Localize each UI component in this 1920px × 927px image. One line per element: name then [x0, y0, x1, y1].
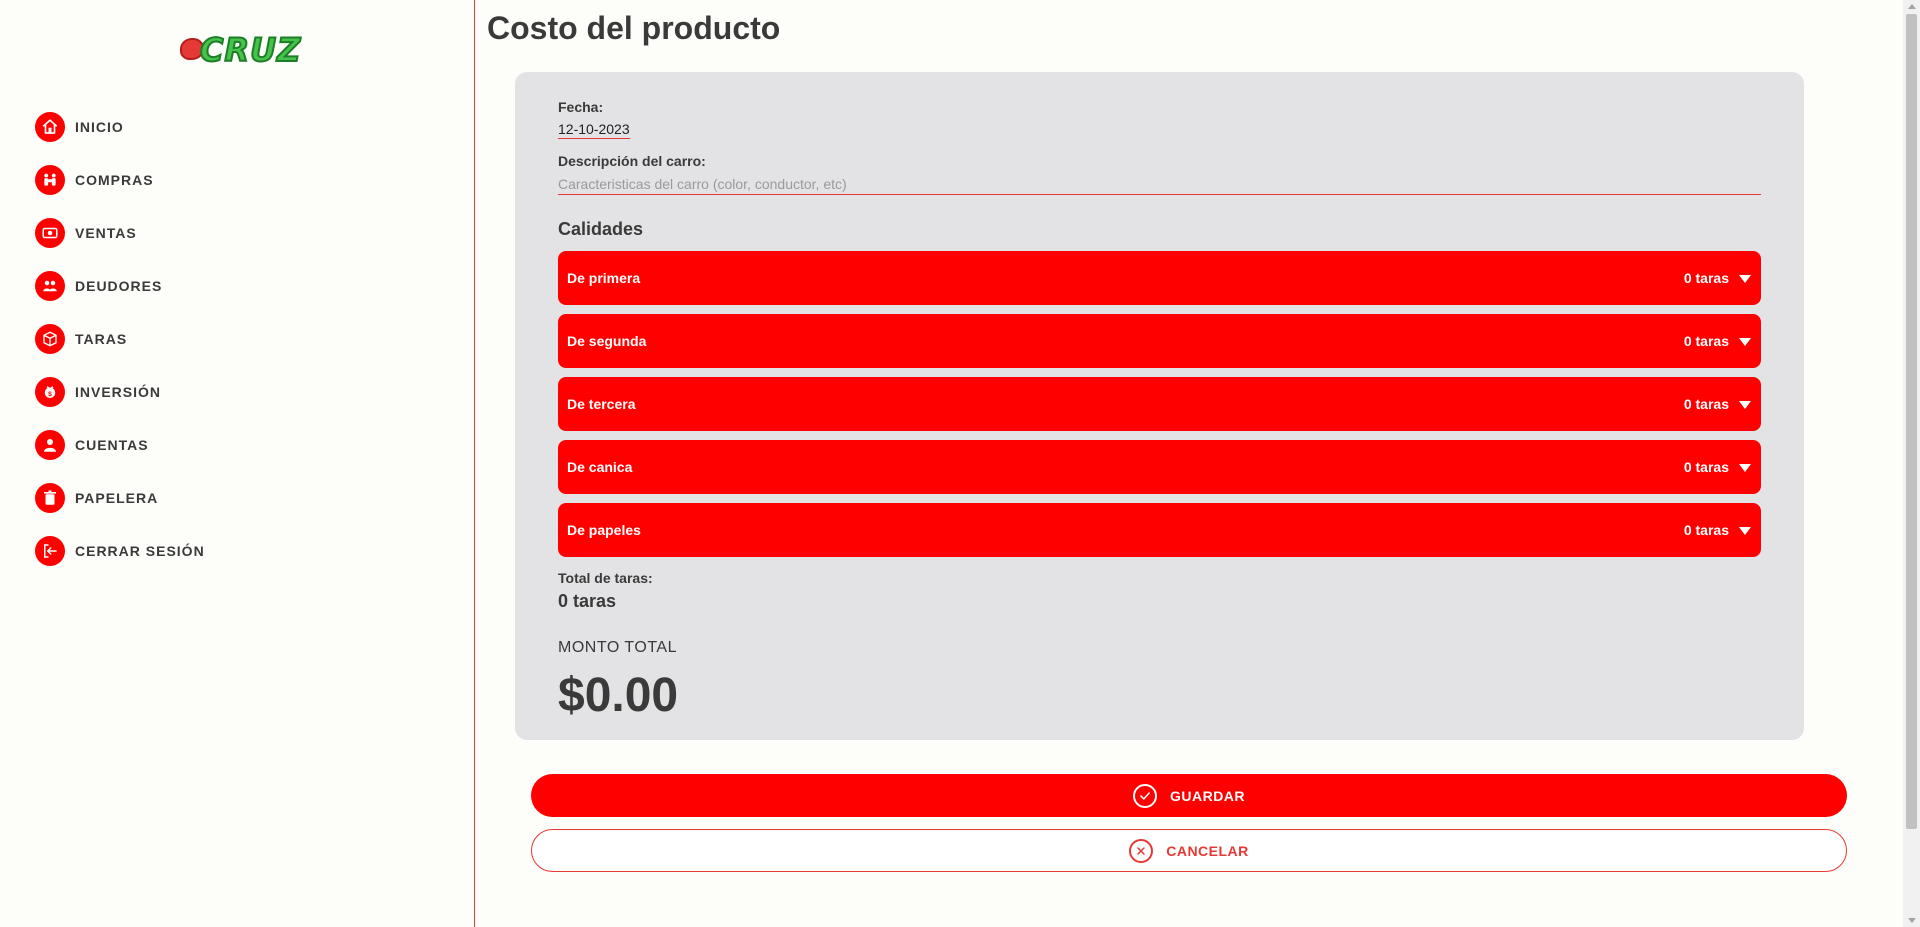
sidebar-item-label: INVERSIÓN — [75, 384, 162, 400]
user-icon — [35, 430, 65, 460]
sidebar: CRUZ INICIO COMPRAS VENTAS DEUDORES TARA… — [0, 0, 475, 927]
description-label: Descripción del carro: — [558, 153, 706, 169]
app: CRUZ INICIO COMPRAS VENTAS DEUDORES TARA… — [0, 0, 1920, 927]
quality-count: 0 taras — [1683, 270, 1729, 286]
check-icon — [1132, 783, 1157, 808]
sidebar-item-label: TARAS — [75, 331, 128, 347]
scroll-up-icon[interactable] — [1908, 4, 1916, 9]
product-cost-form: Fecha: 12-10-2023 Descripción del carro:… — [515, 72, 1804, 740]
scroll-thumb[interactable] — [1906, 14, 1917, 829]
chevron-down-icon[interactable] — [1739, 527, 1751, 535]
chevron-down-icon[interactable] — [1739, 464, 1751, 472]
money-icon — [35, 218, 65, 248]
sidebar-item-cerrar-sesion[interactable]: CERRAR SESIÓN — [35, 536, 205, 566]
chevron-down-icon[interactable] — [1739, 275, 1751, 283]
quality-row-papeles[interactable]: De papeles 0 taras — [558, 503, 1761, 557]
quality-label: De tercera — [567, 396, 636, 412]
home-icon — [35, 112, 65, 142]
sidebar-item-label: COMPRAS — [75, 172, 154, 188]
svg-text:$: $ — [48, 391, 52, 398]
sidebar-item-ventas[interactable]: VENTAS — [35, 218, 205, 248]
sidebar-item-label: DEUDORES — [75, 278, 163, 294]
monto-total-value: $0.00 — [558, 669, 679, 722]
trash-icon — [35, 483, 65, 513]
quality-row-primera[interactable]: De primera 0 taras — [558, 251, 1761, 305]
sidebar-item-inversion[interactable]: $ INVERSIÓN — [35, 377, 205, 407]
scroll-down-icon[interactable] — [1908, 918, 1916, 923]
box-icon — [35, 324, 65, 354]
quality-count: 0 taras — [1683, 459, 1729, 475]
sidebar-item-label: CUENTAS — [75, 437, 149, 453]
logo-text: CRUZ — [199, 30, 302, 70]
sidebar-nav: INICIO COMPRAS VENTAS DEUDORES TARAS $ I… — [35, 112, 205, 589]
sidebar-item-label: INICIO — [75, 119, 124, 135]
sidebar-item-inicio[interactable]: INICIO — [35, 112, 205, 142]
save-button[interactable]: GUARDAR — [531, 774, 1847, 817]
quality-label: De papeles — [567, 522, 641, 538]
vertical-scrollbar[interactable] — [1903, 0, 1920, 927]
quality-row-segunda[interactable]: De segunda 0 taras — [558, 314, 1761, 368]
save-button-label: GUARDAR — [1169, 787, 1246, 804]
sidebar-item-cuentas[interactable]: CUENTAS — [35, 430, 205, 460]
quality-count: 0 taras — [1683, 396, 1729, 412]
monto-total-label: MONTO TOTAL — [558, 639, 677, 656]
people-icon — [35, 165, 65, 195]
total-taras-value: 0 taras — [558, 591, 617, 611]
quality-label: De segunda — [567, 333, 647, 349]
logout-icon — [35, 536, 65, 566]
sidebar-item-taras[interactable]: TARAS — [35, 324, 205, 354]
sidebar-item-deudores[interactable]: DEUDORES — [35, 271, 205, 301]
date-field[interactable]: 12-10-2023 — [558, 121, 630, 139]
sidebar-item-papelera[interactable]: PAPELERA — [35, 483, 205, 513]
chevron-down-icon[interactable] — [1739, 338, 1751, 346]
sidebar-item-label: VENTAS — [75, 225, 137, 241]
cancel-button[interactable]: CANCELAR — [531, 829, 1847, 872]
date-label: Fecha: — [558, 99, 604, 115]
quality-label: De primera — [567, 270, 641, 286]
quality-count: 0 taras — [1683, 333, 1729, 349]
chevron-down-icon[interactable] — [1739, 401, 1751, 409]
close-icon — [1129, 838, 1154, 863]
cancel-button-label: CANCELAR — [1166, 842, 1249, 859]
quality-count: 0 taras — [1683, 522, 1729, 538]
coin-icon: $ — [35, 377, 65, 407]
brand-logo[interactable]: CRUZ — [178, 30, 301, 70]
description-input[interactable] — [558, 173, 1761, 195]
quality-label: De canica — [567, 459, 633, 475]
page-title: Costo del producto — [487, 10, 781, 46]
sidebar-item-label: CERRAR SESIÓN — [75, 543, 205, 559]
debtors-icon — [35, 271, 65, 301]
sidebar-item-compras[interactable]: COMPRAS — [35, 165, 205, 195]
total-taras-label: Total de taras: — [558, 570, 653, 586]
quality-row-canica[interactable]: De canica 0 taras — [558, 440, 1761, 494]
quality-row-tercera[interactable]: De tercera 0 taras — [558, 377, 1761, 431]
qualities-title: Calidades — [558, 219, 644, 239]
sidebar-item-label: PAPELERA — [75, 490, 159, 506]
